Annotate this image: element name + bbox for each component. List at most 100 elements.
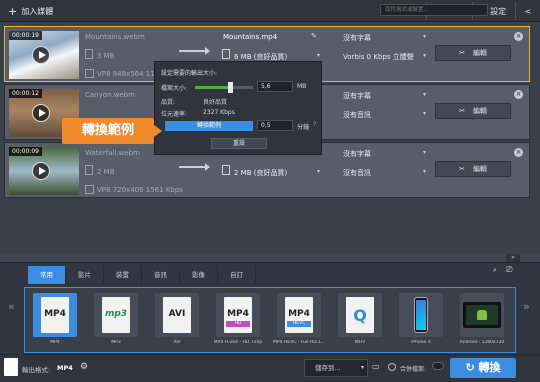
- size-input[interactable]: 5,6: [257, 81, 293, 92]
- refresh-icon: ↻: [465, 361, 475, 374]
- mp4-icon: MP4: [33, 293, 77, 337]
- input-size: 3 MB: [97, 52, 115, 60]
- close-icon[interactable]: ×: [514, 90, 523, 99]
- close-icon[interactable]: ×: [514, 32, 523, 41]
- quality-label: 品質:: [161, 99, 176, 106]
- chevron-down-icon[interactable]: ▾: [423, 168, 426, 175]
- scissors-icon: ✂: [459, 49, 465, 57]
- edit-button[interactable]: ✂ 編輯: [435, 45, 511, 61]
- add-media-label: 加入媒體: [21, 6, 54, 16]
- merge-switch[interactable]: [432, 362, 444, 370]
- chevron-down-icon[interactable]: ▾: [317, 52, 320, 59]
- folder-icon[interactable]: ▭: [372, 362, 380, 371]
- subtitle-select[interactable]: 沒有字幕: [343, 91, 371, 101]
- play-icon[interactable]: [32, 46, 50, 64]
- gear-icon[interactable]: ⚙: [80, 362, 88, 372]
- output-size[interactable]: 2 MB (良好品質): [234, 168, 287, 178]
- close-icon[interactable]: ×: [514, 148, 523, 157]
- merge-toggle[interactable]: [388, 363, 396, 371]
- mp4-hd-icon: MP4 HD: [216, 293, 260, 337]
- edit-button[interactable]: ✂ 編輯: [435, 161, 511, 177]
- arrow-right-icon: [179, 163, 210, 171]
- format-tile-android[interactable]: Android - 1280x720: [456, 291, 508, 351]
- audio-select[interactable]: Vorbis 0 Kbps 立體聲: [343, 52, 414, 62]
- iphone-icon: [399, 293, 443, 337]
- size-label: 檔案大小:: [161, 85, 188, 92]
- arrow-right-icon: [179, 47, 210, 55]
- file-icon: [85, 49, 93, 59]
- tab-popular[interactable]: 常用: [28, 266, 66, 284]
- output-filename[interactable]: Mountains.mp4: [223, 33, 277, 41]
- tab-audio[interactable]: 音訊: [142, 266, 180, 284]
- format-tile-avi[interactable]: AVI AVI: [151, 291, 203, 351]
- video-thumbnail[interactable]: 00:00:19: [9, 31, 79, 79]
- tab-devices[interactable]: 裝置: [104, 266, 142, 284]
- video-thumbnail[interactable]: 00:00:09: [9, 147, 79, 195]
- file-icon: [85, 165, 93, 175]
- audio-select[interactable]: 沒有音訊: [343, 110, 371, 120]
- edit-label: 編輯: [472, 165, 487, 173]
- tab-custom[interactable]: 自訂: [218, 266, 256, 284]
- share-button[interactable]: <: [515, 2, 540, 20]
- format-tile-mp4[interactable]: MP4 MP4: [29, 291, 81, 351]
- chevron-down-icon[interactable]: ▾: [423, 33, 426, 40]
- video-icon: [85, 185, 94, 194]
- mp4-hevc-icon: MP4 HEVC: [277, 293, 321, 337]
- format-tile-mp4-hd[interactable]: MP4 HD MP4 H.264 - HD 720p: [212, 291, 264, 351]
- input-filename: Waterfall.webm: [85, 149, 140, 157]
- format-tiles: MP4 MP4 mp3 MP3 AVI AVI MP4 HD MP4 H.264 …: [24, 287, 516, 353]
- chevron-down-icon[interactable]: ▾: [423, 110, 426, 117]
- plus-icon: +: [8, 4, 18, 18]
- format-search-input[interactable]: [380, 4, 488, 16]
- minutes-unit: 分鐘: [297, 124, 310, 131]
- tutorial-callout: 轉換範例: [62, 118, 162, 144]
- output-size-popup: 設定需要的輸出大小: 檔案大小: 5,6 MB 品質: 良好品質 位元速率: 2…: [154, 61, 322, 155]
- merge-files-label: 合併檔案:: [400, 366, 427, 373]
- audio-select[interactable]: 沒有音訊: [343, 168, 371, 178]
- file-icon: [222, 49, 230, 59]
- output-format-value[interactable]: MP4: [57, 364, 73, 372]
- minutes-input[interactable]: 0,5: [257, 120, 293, 131]
- convert-button[interactable]: ↻ 轉換: [450, 358, 516, 378]
- help-icon[interactable]: ?: [313, 121, 316, 128]
- avi-icon: AVI: [155, 293, 199, 337]
- scroll-left-icon[interactable]: «: [8, 300, 15, 313]
- save-to-label: 儲存到...: [315, 364, 341, 372]
- save-to-select[interactable]: 儲存到... ▾: [304, 359, 368, 377]
- chevron-down-icon[interactable]: ▾: [423, 149, 426, 156]
- reset-button[interactable]: 重設: [211, 138, 267, 149]
- add-media-button[interactable]: + 加入媒體: [2, 2, 59, 20]
- popup-title: 設定需要的輸出大小:: [161, 70, 218, 77]
- scroll-right-icon[interactable]: »: [523, 300, 530, 313]
- edit-button[interactable]: ✂ 編輯: [435, 103, 511, 119]
- subtitle-select[interactable]: 沒有字幕: [343, 33, 371, 43]
- convert-range-button[interactable]: 轉換範例: [165, 121, 253, 131]
- format-label: MP3: [111, 340, 121, 345]
- pencil-icon[interactable]: ✎: [311, 32, 317, 40]
- bitrate-value: 2327 Kbps: [203, 109, 235, 116]
- input-info: VP8 720x406 1561 Kbps: [97, 186, 183, 194]
- format-tile-mp4-hevc[interactable]: MP4 HEVC MP4 HEVC - Full HD 1...: [273, 291, 325, 351]
- format-label: MP4 HEVC - Full HD 1...: [273, 340, 325, 345]
- format-tile-mp3[interactable]: mp3 MP3: [90, 291, 142, 351]
- size-slider[interactable]: [195, 82, 253, 93]
- chevron-down-icon[interactable]: ▾: [423, 52, 426, 59]
- format-tile-mov[interactable]: Q MOV: [334, 291, 386, 351]
- format-tile-iphone[interactable]: iPhone X: [395, 291, 447, 351]
- chevron-down-icon[interactable]: ▾: [317, 168, 320, 175]
- chevron-down-icon[interactable]: ▾: [423, 91, 426, 98]
- play-icon[interactable]: [32, 162, 50, 180]
- duration-badge: 00:00:09: [9, 147, 42, 156]
- edit-label: 編輯: [472, 49, 487, 57]
- play-icon[interactable]: [32, 104, 50, 122]
- output-format-label: 輸出格式:: [22, 366, 51, 374]
- size-slider-handle[interactable]: [227, 82, 233, 93]
- android-icon: [460, 293, 504, 337]
- search-icon[interactable]: ⌕: [489, 266, 501, 278]
- device-detect-icon[interactable]: ⎚: [506, 265, 520, 279]
- subtitle-select[interactable]: 沒有字幕: [343, 149, 371, 159]
- tab-video[interactable]: 影片: [66, 266, 104, 284]
- format-label: Android - 1280x720: [459, 340, 505, 345]
- collapse-panel-toggle[interactable]: »: [506, 254, 520, 262]
- tab-image[interactable]: 影像: [180, 266, 218, 284]
